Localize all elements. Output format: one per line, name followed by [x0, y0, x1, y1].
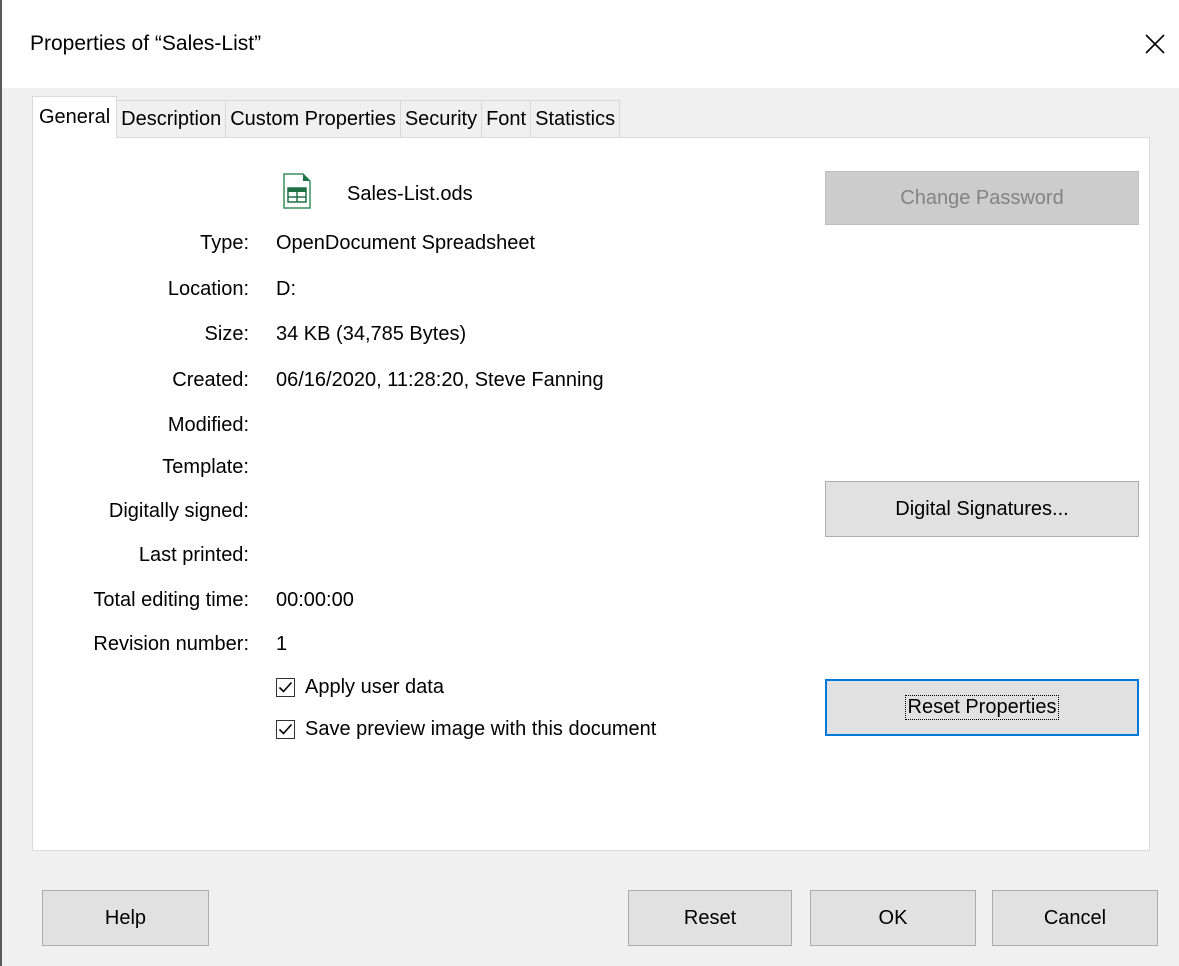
- checkbox-box[interactable]: [276, 720, 295, 739]
- reset-properties-button[interactable]: Reset Properties: [825, 679, 1139, 736]
- general-panel: Sales-List.ods Type: OpenDocument Spread…: [32, 137, 1150, 851]
- total-editing-time-label: Total editing time:: [93, 589, 249, 611]
- close-icon: [1145, 34, 1165, 54]
- type-label: Type:: [200, 232, 249, 254]
- location-label: Location:: [167, 278, 249, 300]
- cancel-button[interactable]: Cancel: [992, 890, 1158, 946]
- checkmark-icon: [278, 723, 293, 735]
- tab-bar: General Description Custom Properties Se…: [32, 96, 621, 138]
- close-button[interactable]: [1135, 24, 1175, 64]
- created-label: Created:: [172, 369, 249, 391]
- window-title: Properties of “Sales-List”: [30, 32, 262, 55]
- title-bar: Properties of “Sales-List”: [2, 0, 1179, 88]
- size-label: Size:: [204, 323, 249, 345]
- checkmark-icon: [278, 681, 293, 693]
- help-button[interactable]: Help: [42, 890, 209, 946]
- modified-label: Modified:: [167, 414, 249, 436]
- tab-description[interactable]: Description: [116, 100, 227, 138]
- checkbox-box[interactable]: [276, 678, 295, 697]
- tab-custom-properties[interactable]: Custom Properties: [225, 100, 401, 138]
- revision-number-value: 1: [276, 633, 288, 655]
- ok-button[interactable]: OK: [810, 890, 976, 946]
- change-password-button[interactable]: Change Password: [825, 171, 1139, 225]
- tab-general[interactable]: General: [32, 96, 118, 138]
- revision-number-label: Revision number:: [93, 633, 249, 655]
- created-value: 06/16/2020, 11:28:20, Steve Fanning: [276, 369, 604, 391]
- size-value: 34 KB (34,785 Bytes): [276, 323, 467, 345]
- digital-signatures-button[interactable]: Digital Signatures...: [825, 481, 1139, 537]
- template-label: Template:: [162, 456, 249, 478]
- tab-font[interactable]: Font: [481, 100, 532, 138]
- type-value: OpenDocument Spreadsheet: [276, 232, 536, 254]
- save-preview-image-label: Save preview image with this document: [305, 718, 657, 740]
- reset-button[interactable]: Reset: [628, 890, 792, 946]
- save-preview-image-checkbox[interactable]: Save preview image with this document: [276, 718, 656, 741]
- digitally-signed-label: Digitally signed:: [108, 500, 249, 522]
- apply-user-data-checkbox[interactable]: Apply user data: [276, 676, 444, 699]
- last-printed-label: Last printed:: [138, 544, 249, 566]
- properties-dialog: Properties of “Sales-List” General Descr…: [0, 0, 1179, 966]
- spreadsheet-file-icon: [283, 173, 311, 209]
- file-name: Sales-List.ods: [347, 183, 473, 205]
- tab-statistics[interactable]: Statistics: [530, 100, 621, 138]
- location-value: D:: [276, 278, 296, 300]
- tab-security[interactable]: Security: [399, 100, 483, 138]
- total-editing-time-value: 00:00:00: [276, 589, 354, 611]
- apply-user-data-label: Apply user data: [305, 676, 444, 698]
